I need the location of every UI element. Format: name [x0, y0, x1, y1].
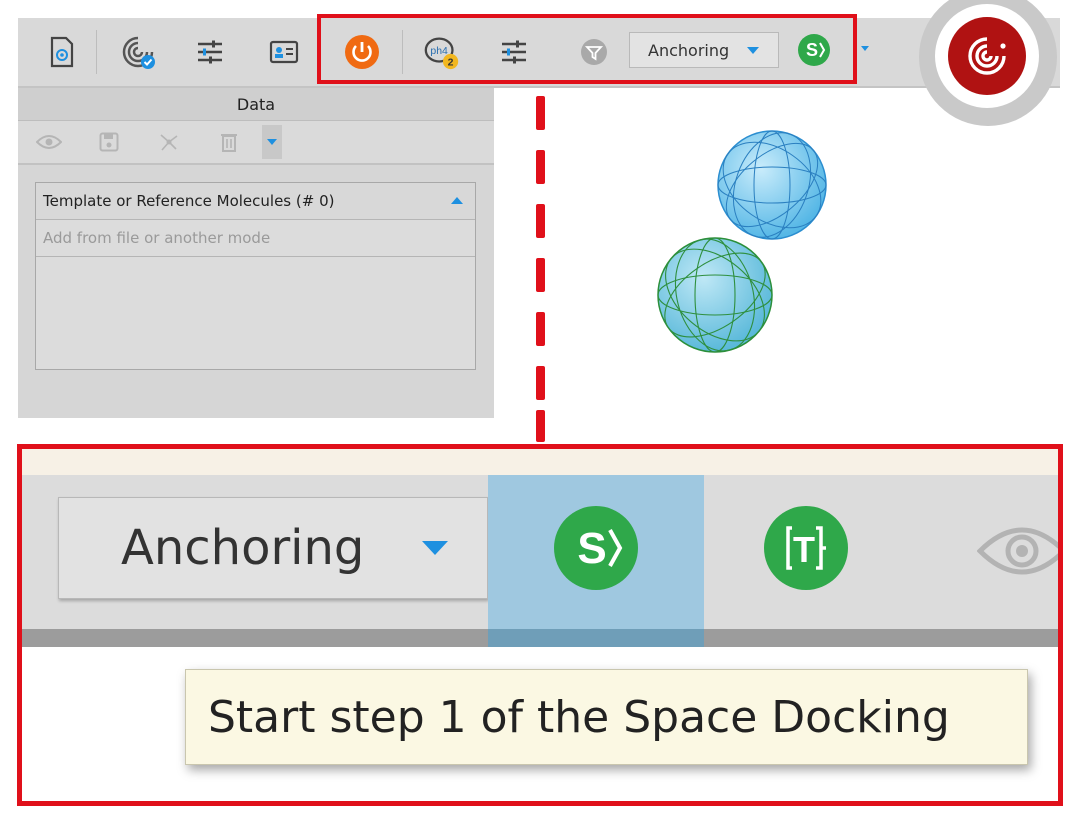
chevron-up-icon[interactable] — [451, 197, 463, 204]
chevron-down-icon — [422, 541, 449, 555]
eye-icon[interactable] — [36, 129, 62, 155]
sphere-green — [657, 237, 773, 353]
space-docking-s-icon[interactable]: S — [554, 506, 638, 590]
save-icon[interactable] — [96, 129, 122, 155]
pharmacophore-spheres[interactable] — [650, 130, 850, 360]
network-icon[interactable] — [156, 129, 182, 155]
zoom-mode-dropdown-label: Anchoring — [121, 520, 365, 576]
template-section-title: Template or Reference Molecules (# 0) — [43, 192, 335, 210]
trash-icon[interactable] — [216, 129, 242, 155]
file-target-icon[interactable] — [42, 32, 82, 72]
zoom-mode-dropdown[interactable]: Anchoring — [58, 497, 488, 599]
sliders-icon[interactable] — [190, 32, 230, 72]
template-add-placeholder[interactable]: Add from file or another mode — [36, 220, 475, 257]
zoom-callout: Anchoring S T Start step 1 of the Space … — [17, 444, 1063, 806]
chevron-down-icon — [267, 139, 277, 145]
zoom-t-label: T — [793, 529, 815, 570]
eye-icon[interactable] — [976, 521, 1058, 585]
connector-dash — [536, 204, 545, 238]
contact-card-icon[interactable] — [264, 32, 304, 72]
zoom-s-label: S — [577, 524, 606, 573]
tooltip: Start step 1 of the Space Docking — [185, 669, 1028, 765]
data-panel-title: Data — [18, 88, 494, 121]
connector-dash — [536, 96, 545, 130]
sphere-blue — [717, 130, 827, 240]
data-panel: Data Template or Reference Molecules (# … — [18, 88, 494, 418]
logo-icon — [948, 17, 1026, 95]
connector-dash — [536, 366, 545, 400]
template-molecules-section: Template or Reference Molecules (# 0) Ad… — [35, 182, 476, 370]
connector-dash — [536, 258, 545, 292]
template-section-header[interactable]: Template or Reference Molecules (# 0) — [36, 183, 475, 220]
connector-dash — [536, 410, 545, 442]
app-logo[interactable] — [913, 0, 1061, 150]
toolbar-overflow-icon[interactable] — [861, 46, 869, 51]
data-toolbar — [18, 121, 494, 165]
galaxy-check-icon[interactable] — [118, 32, 158, 72]
highlight-box — [317, 14, 857, 84]
connector-dash — [536, 312, 545, 346]
template-t-icon[interactable]: T — [764, 506, 848, 590]
data-tools-dropdown[interactable] — [262, 125, 282, 159]
connector-dash — [536, 150, 545, 184]
